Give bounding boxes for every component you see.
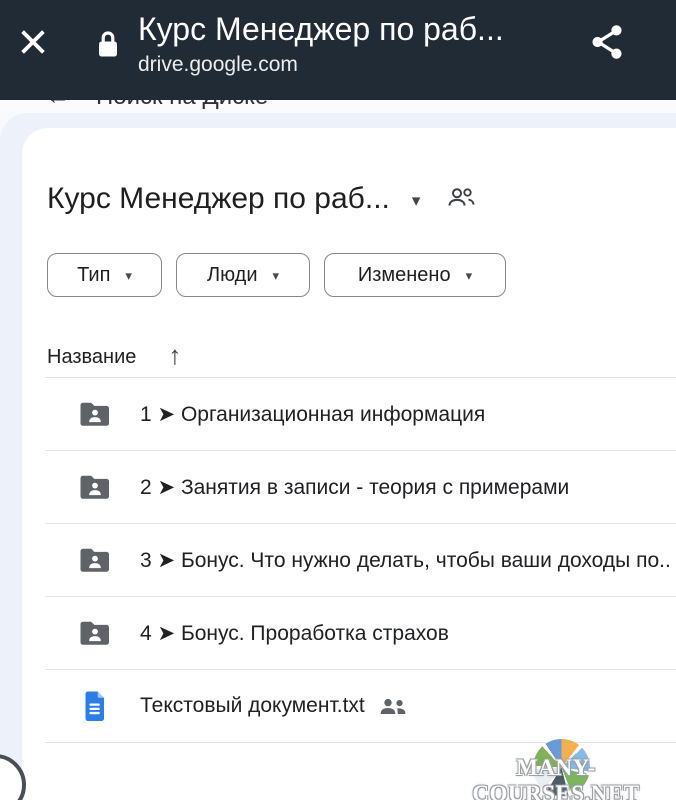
sort-ascending-icon: ↑: [168, 340, 181, 371]
text-document-icon: [78, 690, 110, 722]
list-item-folder-3[interactable]: 3 ➤ Бонус. Что нужно делать, чтобы ваши …: [22, 524, 676, 596]
filter-chip-modified[interactable]: Изменено ▾: [324, 253, 506, 297]
watermark: MANY-COURSES.NET: [440, 738, 672, 798]
browser-page-title: Курс Менеджер по раб...: [138, 9, 568, 49]
filter-chip-type[interactable]: Тип ▾: [47, 253, 162, 297]
shared-people-icon: [379, 697, 407, 715]
manage-members-button[interactable]: [446, 186, 476, 214]
watermark-text: MANY-COURSES.NET: [440, 755, 672, 800]
item-name: 3 ➤ Бонус. Что нужно делать, чтобы ваши …: [140, 548, 671, 573]
folder-title[interactable]: Курс Менеджер по раб...: [47, 182, 390, 216]
filter-chip-people[interactable]: Люди ▾: [176, 253, 310, 297]
list-item-folder-1[interactable]: 1 ➤ Организационная информация: [22, 378, 676, 450]
drive-sheet: Курс Менеджер по раб... ▾: [0, 113, 676, 800]
item-name: 4 ➤ Бонус. Проработка страхов: [140, 621, 449, 646]
item-name: 2 ➤ Занятия в записи - теория с примерам…: [140, 475, 569, 500]
list-item-text-document[interactable]: Текстовый документ.txt: [22, 670, 676, 742]
chip-label: Тип: [77, 264, 110, 287]
chip-label: Изменено: [358, 264, 451, 287]
drive-card: Курс Менеджер по раб... ▾: [22, 128, 676, 800]
share-icon: [587, 22, 627, 67]
shared-folder-icon: [78, 471, 110, 503]
chevron-down-icon: ▾: [125, 268, 132, 284]
list-item-folder-2[interactable]: 2 ➤ Занятия в записи - теория с примерам…: [22, 451, 676, 523]
browser-header: Курс Менеджер по раб... drive.google.com: [0, 0, 676, 100]
back-arrow-icon: ←: [46, 100, 70, 110]
filter-chips: Тип ▾ Люди ▾ Изменено ▾: [47, 253, 506, 297]
item-name: 1 ➤ Организационная информация: [140, 402, 485, 427]
file-list: 1 ➤ Организационная информация 2 ➤ Занят…: [22, 377, 676, 743]
folder-title-caret-icon[interactable]: ▾: [412, 191, 421, 211]
chip-label: Люди: [207, 264, 258, 287]
screen: Курс Менеджер по раб... drive.google.com…: [0, 0, 676, 800]
chevron-down-icon: ▾: [273, 268, 280, 284]
item-name: Текстовый документ.txt: [140, 694, 365, 718]
people-outline-icon: [446, 186, 476, 214]
sort-label: Название: [47, 346, 136, 369]
browser-url: drive.google.com: [138, 51, 568, 79]
share-button[interactable]: [584, 21, 630, 67]
shared-folder-icon: [78, 398, 110, 430]
chevron-down-icon: ▾: [466, 268, 473, 284]
close-button[interactable]: [14, 25, 52, 63]
search-bar-text: ← Поиск на Диске: [46, 100, 268, 111]
list-item-folder-4[interactable]: 4 ➤ Бонус. Проработка страхов: [22, 597, 676, 669]
lock-icon[interactable]: [96, 29, 120, 59]
folder-title-row: Курс Менеджер по раб... ▾: [47, 178, 657, 220]
search-placeholder: Поиск на Диске: [96, 100, 268, 110]
close-icon: [16, 25, 50, 64]
sort-header[interactable]: Название ↑: [47, 340, 181, 374]
search-bar-clipped[interactable]: ← Поиск на Диске: [0, 100, 676, 113]
page-title-block: Курс Менеджер по раб... drive.google.com: [138, 9, 568, 79]
shared-folder-icon: [78, 544, 110, 576]
shared-folder-icon: [78, 617, 110, 649]
